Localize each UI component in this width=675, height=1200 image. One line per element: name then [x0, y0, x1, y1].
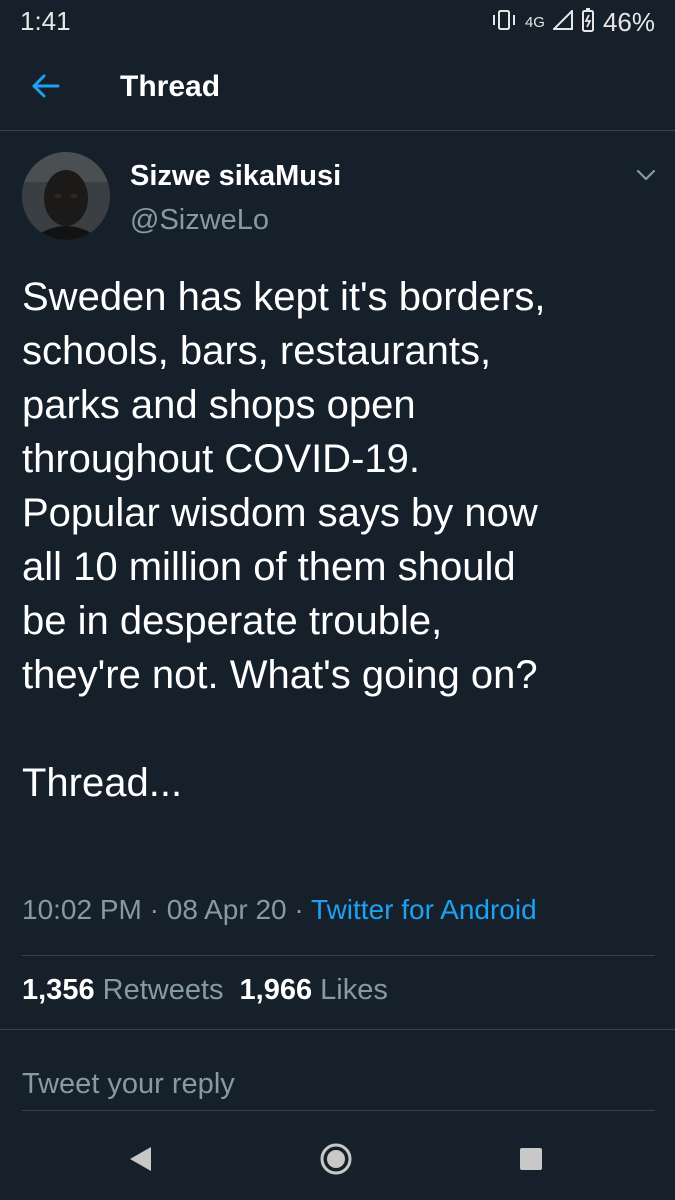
back-button[interactable] [24, 66, 68, 110]
retweets-label: Retweets [102, 974, 224, 1006]
divider [0, 1029, 675, 1030]
reply-input[interactable] [22, 1058, 655, 1111]
nav-home-button[interactable] [316, 1141, 356, 1181]
meta-separator: · [149, 894, 159, 925]
likes-stat[interactable]: 1,966 Likes [240, 974, 388, 1006]
status-time: 1:41 [20, 6, 71, 36]
triangle-back-icon [127, 1145, 153, 1178]
tweet-options-button[interactable] [628, 162, 664, 192]
status-icons: 4G 46% [491, 6, 655, 38]
network-type: 4G [524, 13, 545, 31]
status-bar: 1:41 4G 46% [0, 0, 675, 44]
likes-count: 1,966 [239, 974, 313, 1006]
arrow-left-icon [31, 74, 61, 103]
tweet-text: Sweden has kept it's borders, schools, b… [22, 275, 546, 805]
vibrate-icon [491, 9, 517, 36]
nav-back-button[interactable] [120, 1141, 160, 1181]
page-title: Thread [120, 70, 221, 103]
battery-percent: 46% [602, 6, 655, 37]
screen: 1:41 4G 46% Thread Sizwe sikaMusi @Sizwe… [0, 0, 675, 1200]
tweet-source-link[interactable]: Twitter for Android [311, 894, 537, 925]
meta-separator: · [294, 894, 304, 925]
system-nav-bar [0, 1122, 675, 1200]
tweet-stats: 1,356 Retweets 1,966 Likes [22, 974, 388, 1007]
battery-icon [581, 7, 595, 37]
square-recents-icon [519, 1147, 543, 1176]
likes-label: Likes [320, 974, 388, 1006]
avatar[interactable] [22, 152, 110, 240]
signal-icon [551, 8, 573, 35]
nav-recents-button[interactable] [511, 1141, 551, 1181]
top-app-bar: Thread [0, 44, 675, 131]
tweet-time: 10:02 PM [22, 894, 142, 925]
retweets-stat[interactable]: 1,356 Retweets [22, 974, 224, 1006]
circle-home-icon [319, 1142, 353, 1181]
author-name[interactable]: Sizwe sikaMusi [130, 160, 341, 193]
retweets-count: 1,356 [22, 974, 95, 1006]
divider [22, 955, 655, 956]
tweet-date: 08 Apr 20 [166, 894, 287, 925]
tweet-meta: 10:02 PM · 08 Apr 20 · Twitter for Andro… [22, 894, 537, 926]
author-handle[interactable]: @SizweLo [130, 204, 269, 237]
chevron-down-icon [636, 168, 656, 186]
